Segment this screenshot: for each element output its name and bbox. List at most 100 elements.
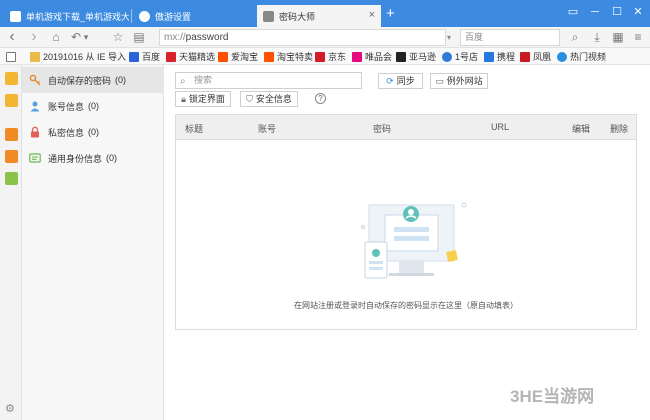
bookmark-vip[interactable]: 唯品会 bbox=[352, 50, 392, 63]
help-icon[interactable]: ? bbox=[315, 93, 326, 104]
ctrip-icon bbox=[484, 51, 494, 62]
sync-icon: ⟳ bbox=[386, 76, 394, 86]
sidebar-item-private-info[interactable]: 私密信息 (0) bbox=[22, 119, 164, 145]
bookmark-label: 亚马逊 bbox=[409, 52, 437, 62]
new-tab-button[interactable]: + bbox=[386, 6, 395, 22]
tab-game-site[interactable]: 单机游戏下载_单机游戏大全 bbox=[4, 5, 129, 27]
tab-password-master[interactable]: 密码大师 × bbox=[257, 5, 381, 27]
sidebar-item-label: 自动保存的密码 bbox=[48, 75, 112, 86]
account-icon bbox=[29, 100, 41, 112]
sidebar-item-label: 账号信息 bbox=[48, 101, 85, 112]
gear-icon[interactable]: ⚙ bbox=[5, 402, 15, 415]
title-bar: 单机游戏下载_单机游戏大全 傲游设置 密码大师 × + ▭ ─ ☐ ✕ bbox=[0, 0, 650, 27]
tab-maxthon-settings[interactable]: 傲游设置 bbox=[133, 5, 251, 27]
bookmark-jd[interactable]: 京东 bbox=[315, 50, 346, 63]
notes-icon[interactable] bbox=[5, 94, 18, 107]
password-table: 标题 账号 密码 URL 编辑 删除 在网站注册或登录时自动保存的密码显示在这里… bbox=[175, 114, 637, 330]
jd-icon bbox=[315, 51, 325, 62]
empty-state-message: 在网站注册或登录时自动保存的密码显示在这里（原自动填表） bbox=[294, 301, 518, 310]
tmall-icon bbox=[166, 51, 176, 62]
column-password: 密码 bbox=[373, 124, 392, 134]
address-bar[interactable]: mx://password bbox=[159, 29, 446, 46]
search-input[interactable]: 百度 bbox=[460, 29, 560, 46]
sync-button-label: 同步 bbox=[396, 76, 415, 86]
bookmark-baidu[interactable]: 百度 bbox=[129, 50, 160, 63]
bookmark-ctrip[interactable]: 携程 bbox=[484, 50, 515, 63]
sidebar-toggle-icon[interactable] bbox=[6, 50, 19, 63]
video-icon bbox=[557, 51, 567, 62]
vip-icon bbox=[352, 51, 362, 62]
bookmark-amazon[interactable]: 亚马逊 bbox=[396, 50, 436, 63]
sidebar-item-identity-info[interactable]: 通用身份信息 (0) bbox=[22, 145, 164, 171]
password-sidebar: 自动保存的密码 (0) 账号信息 (0) 私密信息 (0) 通用身份信息 (0) bbox=[22, 65, 164, 420]
bookmark-taobao-sale[interactable]: 淘宝特卖 bbox=[264, 50, 313, 63]
tools-icon[interactable]: ▦ bbox=[610, 29, 626, 45]
rss-icon[interactable] bbox=[5, 128, 18, 141]
column-delete: 删除 bbox=[610, 124, 629, 134]
lock-icon bbox=[29, 126, 41, 138]
search-engine-dropdown-icon[interactable]: ▾ bbox=[447, 29, 459, 46]
back-icon[interactable]: ‹ bbox=[4, 29, 20, 45]
sidebar-item-account-info[interactable]: 账号信息 (0) bbox=[22, 93, 164, 119]
yhd-icon bbox=[442, 51, 452, 62]
bookmark-label: 百度 bbox=[142, 52, 161, 62]
aitaobao-icon bbox=[218, 51, 228, 62]
download-icon[interactable]: ⤓ bbox=[589, 29, 605, 45]
tab-separator bbox=[131, 9, 132, 23]
bookmark-label: 爱淘宝 bbox=[231, 52, 259, 62]
app-icon[interactable] bbox=[5, 172, 18, 185]
padlock-icon: 🔒︎ bbox=[181, 94, 186, 104]
search-icon[interactable]: ⌕ bbox=[567, 29, 583, 45]
sidebar-item-count: (0) bbox=[106, 153, 118, 163]
column-title: 标题 bbox=[185, 124, 204, 134]
sidebar-item-count: (0) bbox=[88, 101, 100, 111]
forward-icon[interactable]: › bbox=[26, 29, 42, 45]
sidebar-item-auto-saved-passwords[interactable]: 自动保存的密码 (0) bbox=[22, 67, 164, 93]
search-placeholder: 搜索 bbox=[194, 75, 213, 85]
menu-icon[interactable]: ≡ bbox=[630, 29, 646, 45]
sync-button[interactable]: ⟳ 同步 bbox=[378, 73, 423, 89]
weibo-icon[interactable] bbox=[5, 150, 18, 163]
security-info-label: 安全信息 bbox=[255, 94, 292, 104]
bookmark-yhd[interactable]: 1号店 bbox=[442, 50, 478, 63]
undo-dropdown-icon[interactable]: ▾ bbox=[81, 29, 91, 45]
side-panel-strip bbox=[0, 65, 22, 420]
skin-button[interactable]: ▭ bbox=[562, 4, 584, 20]
exception-sites-button[interactable]: ▭ 例外网站 bbox=[430, 73, 488, 89]
address-path: password bbox=[185, 32, 229, 43]
close-tab-icon[interactable]: × bbox=[369, 9, 375, 21]
maximize-button[interactable]: ☐ bbox=[606, 4, 628, 20]
bookmark-label: 热门视频 bbox=[570, 52, 607, 62]
home-icon[interactable]: ⌂ bbox=[48, 29, 64, 45]
password-search-input[interactable]: ⌕ 搜索 bbox=[175, 72, 362, 89]
close-window-button[interactable]: ✕ bbox=[627, 4, 649, 20]
bookmark-label: 携程 bbox=[497, 52, 516, 62]
bookmark-hot-video[interactable]: 热门视频 bbox=[557, 50, 606, 63]
bookmark-label: 淘宝特卖 bbox=[277, 52, 314, 62]
bookmark-ifeng[interactable]: 凤凰 bbox=[520, 50, 551, 63]
sidebar-item-label: 私密信息 bbox=[48, 127, 85, 138]
sidebar-item-count: (0) bbox=[88, 127, 100, 137]
id-card-icon bbox=[29, 152, 41, 164]
bookmark-aitaobao[interactable]: 爱淘宝 bbox=[218, 50, 258, 63]
bookmarks-bar: 20191016 从 IE 导入 百度 天猫精选 爱淘宝 淘宝特卖 京东 唯品会… bbox=[0, 48, 650, 65]
address-scheme: mx:// bbox=[164, 32, 186, 43]
navigation-bar: ‹ › ⌂ ↶ ▾ ☆ ▤ mx://password ▾ 百度 ⌕ ⤓ ▦ ≡ bbox=[0, 27, 650, 48]
taobao-sale-icon bbox=[264, 51, 274, 62]
favorites-star-icon[interactable] bbox=[5, 72, 18, 85]
game-site-favicon-icon bbox=[10, 10, 21, 22]
bookmark-label: 凤凰 bbox=[533, 52, 552, 62]
shield-icon: ⛉ bbox=[246, 94, 253, 104]
minimize-button[interactable]: ─ bbox=[584, 4, 606, 20]
bookmark-tmall[interactable]: 天猫精选 bbox=[166, 50, 215, 63]
favorite-star-icon[interactable]: ☆ bbox=[110, 29, 126, 45]
exception-sites-label: 例外网站 bbox=[446, 76, 483, 86]
security-info-button[interactable]: ⛉ 安全信息 bbox=[240, 91, 298, 107]
baidu-icon bbox=[129, 51, 139, 62]
bookmark-ie-import[interactable]: 20191016 从 IE 导入 bbox=[30, 50, 126, 63]
lock-interface-button[interactable]: 🔒︎ 锁定界面 bbox=[175, 91, 231, 107]
column-url: URL bbox=[491, 122, 510, 132]
sidebar-item-count: (0) bbox=[115, 75, 127, 85]
empty-state-illustration bbox=[361, 202, 467, 279]
reading-mode-icon[interactable]: ▤ bbox=[131, 29, 147, 45]
